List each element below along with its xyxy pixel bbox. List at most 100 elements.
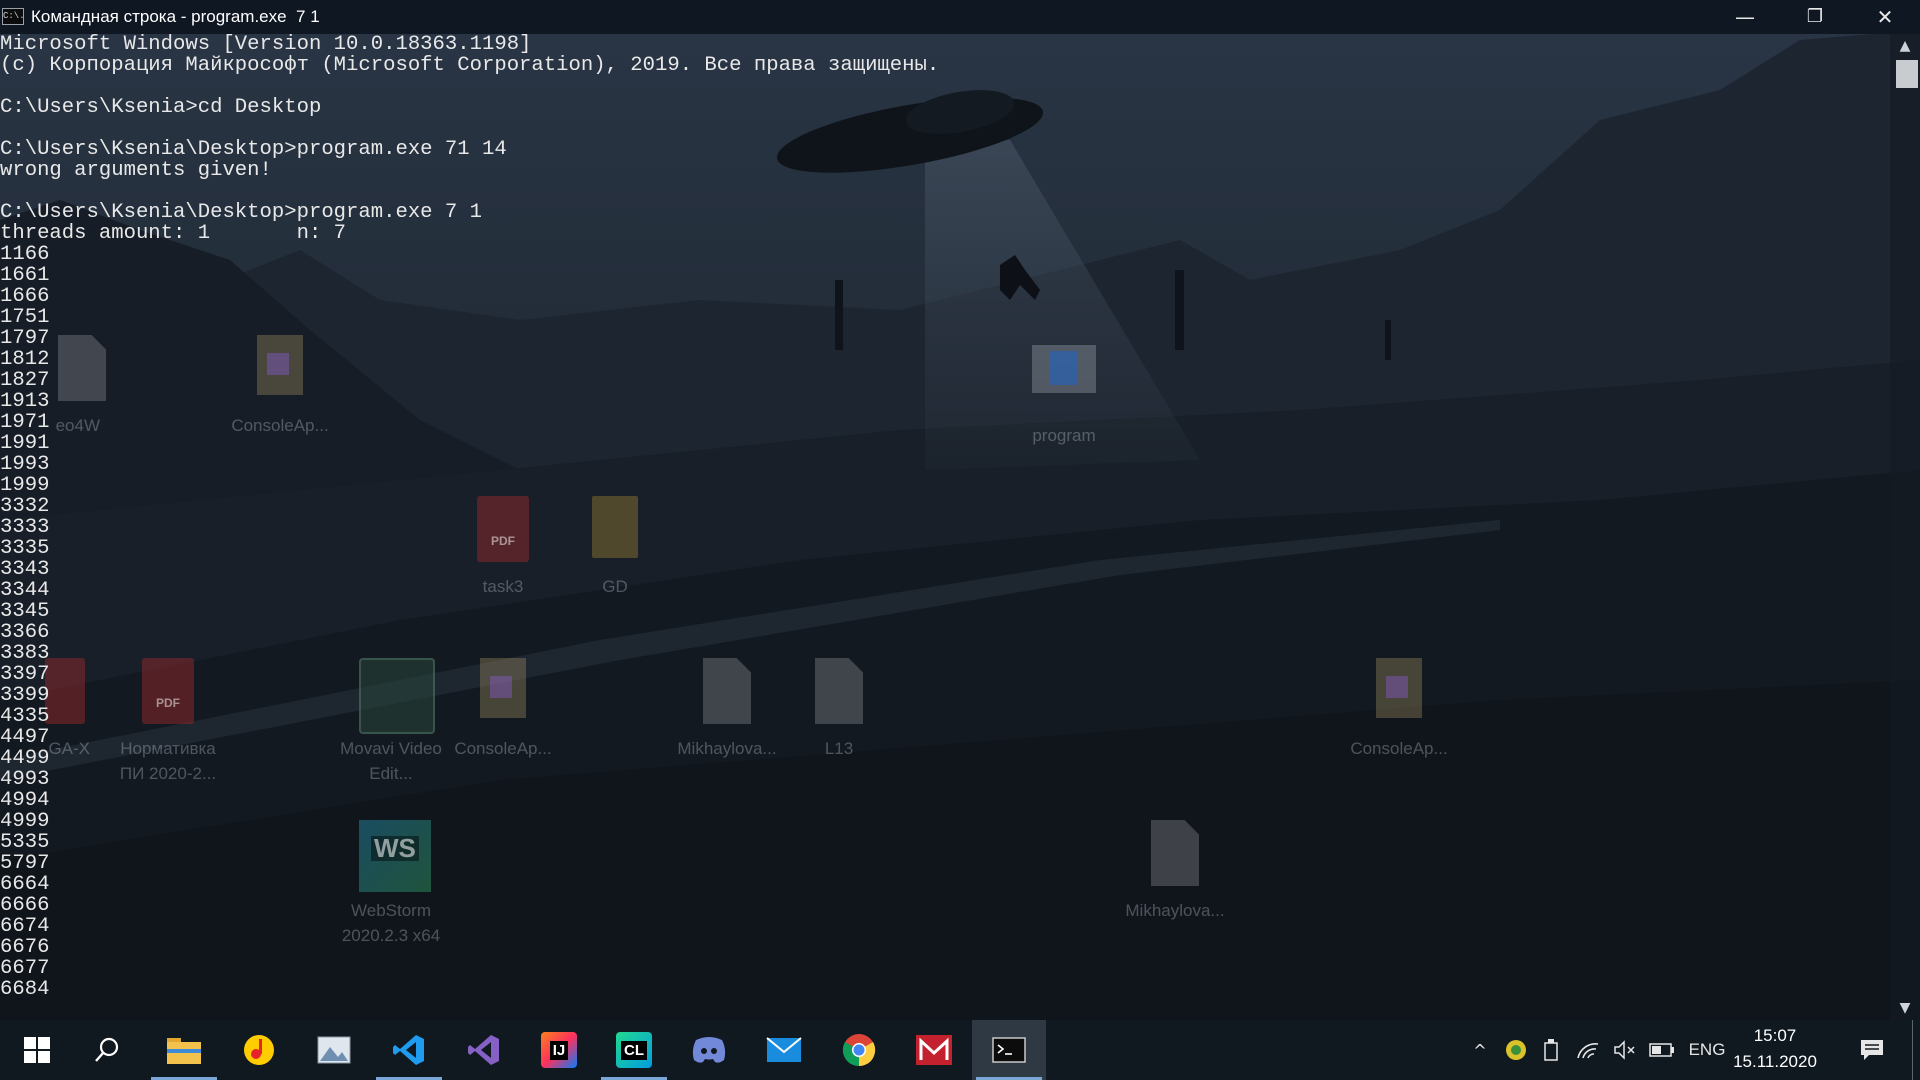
battery-icon <box>1649 1043 1674 1057</box>
taskbar-discord[interactable] <box>672 1020 746 1080</box>
taskbar-chrome[interactable] <box>822 1020 896 1080</box>
taskbar-intellij[interactable]: IJ <box>522 1020 596 1080</box>
console-line: 1913 <box>0 390 50 413</box>
console-line: 1827 <box>0 369 50 392</box>
restore-button[interactable]: ❐ <box>1780 0 1850 34</box>
console-line: 4999 <box>0 810 50 833</box>
search-button[interactable] <box>70 1020 144 1080</box>
console-line: 3344 <box>0 579 50 602</box>
console-line: wrong arguments given! <box>0 159 272 182</box>
scrollbar-thumb[interactable] <box>1896 60 1918 88</box>
console-line: 1751 <box>0 306 50 329</box>
taskbar-mail[interactable] <box>747 1020 821 1080</box>
console-line: 4497 <box>0 726 50 749</box>
taskbar-vscode[interactable] <box>372 1020 446 1080</box>
clion-icon: CL <box>616 1032 652 1068</box>
console-line: 1991 <box>0 432 50 455</box>
restore-icon: ❐ <box>1806 6 1824 27</box>
scroll-up-arrow-icon[interactable]: ▲ <box>1890 34 1920 58</box>
console-output[interactable]: Microsoft Windows [Version 10.0.18363.11… <box>0 34 1890 1020</box>
tray-battery[interactable] <box>1645 1020 1679 1080</box>
intellij-icon: IJ <box>541 1032 577 1068</box>
show-desktop-button[interactable] <box>1912 1020 1920 1080</box>
close-button[interactable]: ✕ <box>1850 0 1920 34</box>
chrome-icon <box>842 1034 876 1067</box>
mail-icon <box>766 1037 802 1062</box>
console-line: 6666 <box>0 894 50 917</box>
console-line: 3399 <box>0 684 50 707</box>
picture-icon <box>317 1036 351 1064</box>
console-line: 5797 <box>0 852 50 875</box>
console-line: Microsoft Windows [Version 10.0.18363.11… <box>0 34 532 56</box>
console-scrollbar[interactable]: ▲ ▼ <box>1890 34 1920 1020</box>
console-line: C:\Users\Ksenia\Desktop>program.exe 7 1 <box>0 201 482 224</box>
console-line: 3332 <box>0 495 50 518</box>
discord-icon <box>692 1037 726 1063</box>
tray-app[interactable] <box>1500 1020 1532 1080</box>
minimize-icon: — <box>1735 5 1755 29</box>
tray-volume[interactable] <box>1608 1020 1642 1080</box>
console-line: 3333 <box>0 516 50 539</box>
console-line: 1971 <box>0 411 50 434</box>
taskbar-visual-studio[interactable] <box>447 1020 521 1080</box>
console-titlebar[interactable]: C:\. Командная строка - program.exe 7 1 … <box>0 0 1920 34</box>
chevron-up-icon: ^ <box>1473 1040 1487 1060</box>
notifications-icon <box>1861 1040 1883 1060</box>
cmd-icon <box>992 1037 1026 1063</box>
console-line: 6674 <box>0 915 50 938</box>
console-line: 1812 <box>0 348 50 371</box>
action-center-button[interactable] <box>1852 1020 1892 1080</box>
tray-usb[interactable] <box>1535 1020 1567 1080</box>
show-hidden-icons-button[interactable]: ^ <box>1465 1020 1495 1080</box>
taskbar-file-explorer[interactable] <box>147 1020 221 1080</box>
minimize-button[interactable]: — <box>1710 0 1780 34</box>
console-line: 3397 <box>0 663 50 686</box>
console-line: C:\Users\Ksenia\Desktop>program.exe 71 1… <box>0 138 507 161</box>
taskbar-image-viewer[interactable] <box>297 1020 371 1080</box>
console-line: 1797 <box>0 327 50 350</box>
console-line: 6677 <box>0 957 50 980</box>
music-icon <box>244 1035 274 1065</box>
app-tray-icon <box>1506 1040 1526 1060</box>
tray-network[interactable] <box>1570 1020 1606 1080</box>
console-line: 3335 <box>0 537 50 560</box>
clock-time: 15:07 <box>1753 1026 1797 1045</box>
windows-logo-icon <box>24 1037 50 1063</box>
console-line: 6664 <box>0 873 50 896</box>
taskbar-command-prompt[interactable] <box>972 1020 1046 1080</box>
start-button[interactable] <box>0 1020 74 1080</box>
mendeley-icon <box>916 1035 952 1065</box>
console-line: 1999 <box>0 474 50 497</box>
console-line: 3366 <box>0 621 50 644</box>
console-line: 5335 <box>0 831 50 854</box>
console-line: 1993 <box>0 453 50 476</box>
search-icon <box>95 1037 119 1062</box>
console-line: 6684 <box>0 978 50 1001</box>
visual-studio-icon <box>468 1035 499 1065</box>
taskbar-mendeley[interactable] <box>897 1020 971 1080</box>
console-line: 4994 <box>0 789 50 812</box>
console-line: (c) Корпорация Майкрософт (Microsoft Cor… <box>0 54 940 77</box>
taskbar-clion[interactable]: CL <box>597 1020 671 1080</box>
folder-icon <box>167 1038 201 1064</box>
taskbar-music-player[interactable] <box>222 1020 296 1080</box>
console-line: 4499 <box>0 747 50 770</box>
console-line: 4335 <box>0 705 50 728</box>
console-line: threads amount: 1 n: 7 <box>0 222 347 245</box>
clock-date: 15.11.2020 <box>1733 1052 1817 1071</box>
volume-muted-icon <box>1614 1040 1635 1060</box>
console-line: 1166 <box>0 243 50 266</box>
console-line: 3345 <box>0 600 50 623</box>
console-line: 1666 <box>0 285 50 308</box>
window-title: Командная строка - program.exe 7 1 <box>31 7 320 26</box>
usb-icon <box>1544 1039 1558 1061</box>
console-line: C:\Users\Ksenia>cd Desktop <box>0 96 322 119</box>
taskbar: IJ CL ^ ENG 15:07 15.11.2020 <box>0 1020 1920 1080</box>
console-line: 3343 <box>0 558 50 581</box>
scroll-down-arrow-icon[interactable]: ▼ <box>1890 996 1920 1020</box>
cmd-icon: C:\. <box>2 8 25 25</box>
console-line: 6676 <box>0 936 50 959</box>
